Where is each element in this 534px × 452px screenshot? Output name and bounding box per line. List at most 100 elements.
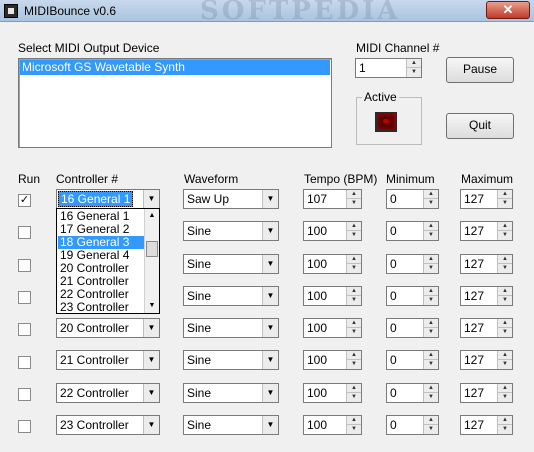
tempo-spinner[interactable]: 100 ▲ ▼ [303,350,362,370]
spin-down-icon[interactable]: ▼ [498,296,512,305]
chevron-down-icon[interactable]: ▼ [143,351,159,369]
controller-select[interactable]: 23 Controller ▼ [56,415,160,435]
spin-arrows[interactable]: ▲ ▼ [346,416,361,434]
spin-down-icon[interactable]: ▼ [498,328,512,337]
scrollbar-thumb[interactable] [146,241,158,257]
chevron-down-icon[interactable]: ▼ [143,416,159,434]
tempo-spinner[interactable]: 100 ▲ ▼ [303,383,362,403]
spin-down-icon[interactable]: ▼ [347,328,361,337]
spin-up-icon[interactable]: ▲ [424,222,438,231]
dropdown-scrollbar[interactable]: ▲ ▼ [144,209,159,313]
spin-up-icon[interactable]: ▲ [407,59,421,68]
maximum-spinner[interactable]: 127 ▲ ▼ [460,221,513,241]
waveform-select[interactable]: Sine ▼ [183,383,279,403]
spin-up-icon[interactable]: ▲ [498,416,512,425]
run-checkbox[interactable]: ✓ [18,194,31,207]
controller-select[interactable]: 16 General 1 ▼ [56,189,160,209]
pause-button[interactable]: Pause [446,57,514,83]
waveform-select[interactable]: Sine ▼ [183,415,279,435]
spin-arrows[interactable]: ▲ ▼ [346,287,361,305]
chevron-down-icon[interactable]: ▼ [143,384,159,402]
spin-down-icon[interactable]: ▼ [347,425,361,434]
tempo-spinner[interactable]: 100 ▲ ▼ [303,415,362,435]
quit-button[interactable]: Quit [446,113,514,139]
spin-down-icon[interactable]: ▼ [498,393,512,402]
controller-select[interactable]: 20 Controller ▼ [56,318,160,338]
device-item-selected[interactable]: Microsoft GS Wavetable Synth [20,60,330,75]
spin-up-icon[interactable]: ▲ [347,255,361,264]
spin-down-icon[interactable]: ▼ [347,393,361,402]
spin-arrows[interactable]: ▲ ▼ [497,416,512,434]
scroll-down-icon[interactable]: ▼ [145,299,159,313]
maximum-spinner[interactable]: 127 ▲ ▼ [460,254,513,274]
run-checkbox[interactable] [18,291,31,304]
tempo-spinner[interactable]: 100 ▲ ▼ [303,318,362,338]
spin-up-icon[interactable]: ▲ [347,416,361,425]
spin-down-icon[interactable]: ▼ [347,360,361,369]
spin-arrows[interactable]: ▲ ▼ [423,287,438,305]
maximum-spinner[interactable]: 127 ▲ ▼ [460,383,513,403]
chevron-down-icon[interactable]: ▼ [262,319,278,337]
spin-up-icon[interactable]: ▲ [347,222,361,231]
spin-up-icon[interactable]: ▲ [424,190,438,199]
spin-up-icon[interactable]: ▲ [424,416,438,425]
run-checkbox[interactable] [18,226,31,239]
waveform-select[interactable]: Sine ▼ [183,350,279,370]
spin-down-icon[interactable]: ▼ [498,199,512,208]
spin-arrows[interactable]: ▲ ▼ [497,255,512,273]
spin-arrows[interactable]: ▲ ▼ [423,190,438,208]
spin-up-icon[interactable]: ▲ [498,222,512,231]
minimum-spinner[interactable]: 0 ▲ ▼ [386,350,439,370]
controller-dropdown-list[interactable]: 16 General 1 17 General 2 18 General 3 1… [56,208,160,314]
maximum-spinner[interactable]: 127 ▲ ▼ [460,415,513,435]
spin-arrows[interactable]: ▲ ▼ [423,384,438,402]
channel-spin-arrows[interactable]: ▲ ▼ [406,59,421,77]
spin-arrows[interactable]: ▲ ▼ [497,384,512,402]
close-button[interactable]: ✕ [486,1,530,19]
maximum-spinner[interactable]: 127 ▲ ▼ [460,286,513,306]
spin-arrows[interactable]: ▲ ▼ [497,319,512,337]
chevron-down-icon[interactable]: ▼ [262,287,278,305]
spin-arrows[interactable]: ▲ ▼ [346,319,361,337]
waveform-select[interactable]: Sine ▼ [183,318,279,338]
spin-up-icon[interactable]: ▲ [347,384,361,393]
chevron-down-icon[interactable]: ▼ [262,255,278,273]
tempo-spinner[interactable]: 100 ▲ ▼ [303,286,362,306]
spin-up-icon[interactable]: ▲ [498,319,512,328]
spin-up-icon[interactable]: ▲ [347,287,361,296]
channel-spinner[interactable]: 1 ▲ ▼ [355,58,422,78]
spin-down-icon[interactable]: ▼ [498,360,512,369]
chevron-down-icon[interactable]: ▼ [262,222,278,240]
spin-down-icon[interactable]: ▼ [424,296,438,305]
spin-arrows[interactable]: ▲ ▼ [497,222,512,240]
spin-down-icon[interactable]: ▼ [498,231,512,240]
run-checkbox[interactable] [18,356,31,369]
spin-down-icon[interactable]: ▼ [424,360,438,369]
run-checkbox[interactable] [18,259,31,272]
spin-arrows[interactable]: ▲ ▼ [346,190,361,208]
run-checkbox[interactable] [18,323,31,336]
spin-up-icon[interactable]: ▲ [347,351,361,360]
spin-arrows[interactable]: ▲ ▼ [497,287,512,305]
spin-arrows[interactable]: ▲ ▼ [346,222,361,240]
spin-arrows[interactable]: ▲ ▼ [423,351,438,369]
spin-up-icon[interactable]: ▲ [498,255,512,264]
spin-down-icon[interactable]: ▼ [424,393,438,402]
spin-up-icon[interactable]: ▲ [498,287,512,296]
chevron-down-icon[interactable]: ▼ [143,319,159,337]
spin-down-icon[interactable]: ▼ [424,425,438,434]
spin-arrows[interactable]: ▲ ▼ [346,255,361,273]
spin-arrows[interactable]: ▲ ▼ [423,222,438,240]
waveform-select[interactable]: Sine ▼ [183,286,279,306]
tempo-spinner[interactable]: 100 ▲ ▼ [303,221,362,241]
controller-select[interactable]: 21 Controller ▼ [56,350,160,370]
spin-down-icon[interactable]: ▼ [424,199,438,208]
spin-up-icon[interactable]: ▲ [424,319,438,328]
spin-down-icon[interactable]: ▼ [424,231,438,240]
minimum-spinner[interactable]: 0 ▲ ▼ [386,383,439,403]
run-checkbox[interactable] [18,420,31,433]
minimum-spinner[interactable]: 0 ▲ ▼ [386,415,439,435]
minimum-spinner[interactable]: 0 ▲ ▼ [386,318,439,338]
spin-down-icon[interactable]: ▼ [407,68,421,77]
spin-down-icon[interactable]: ▼ [347,231,361,240]
